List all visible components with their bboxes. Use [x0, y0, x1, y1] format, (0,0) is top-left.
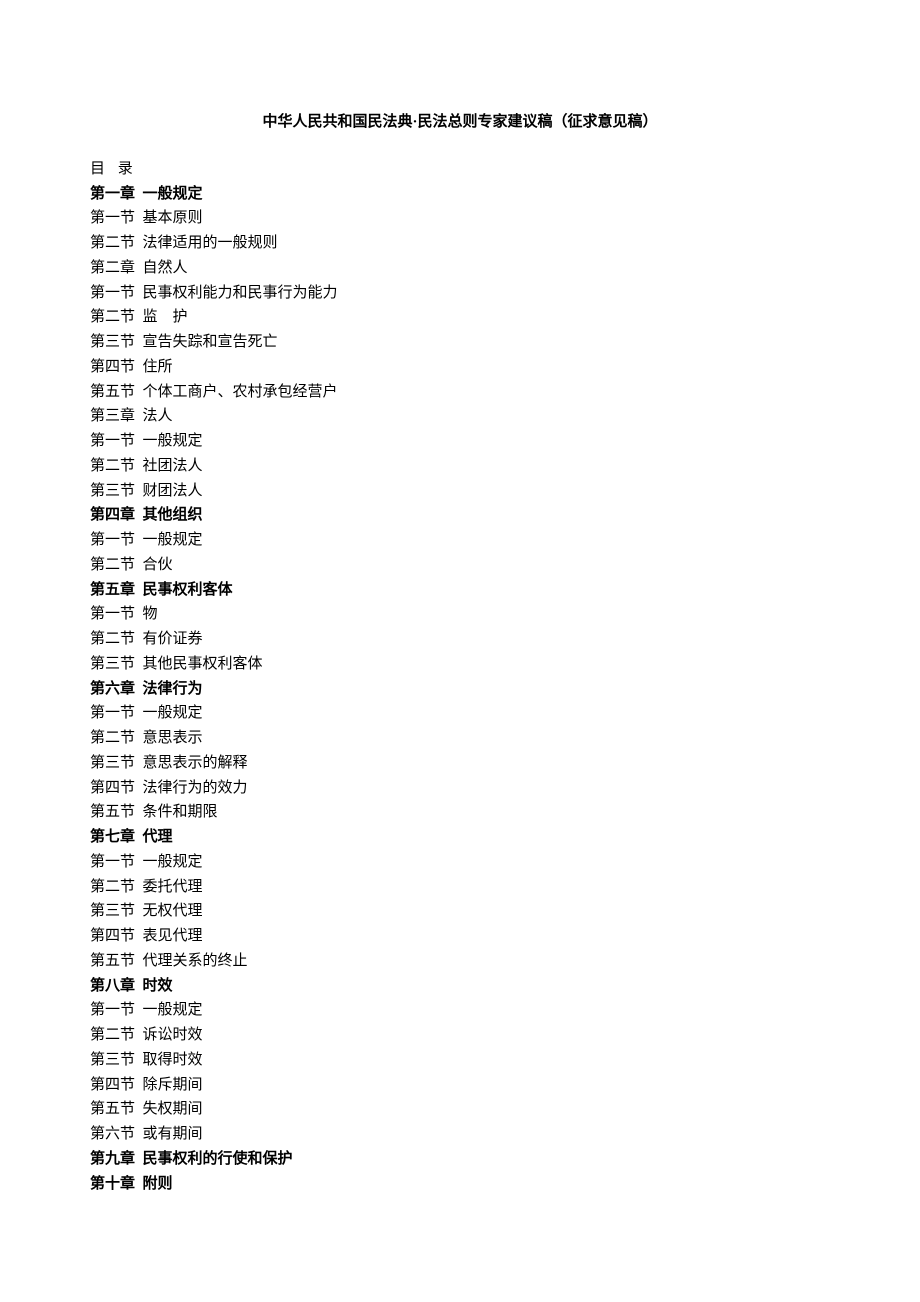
toc-list: 第一章 一般规定第一节 基本原则第二节 法律适用的一般规则第二章 自然人第一节 …: [90, 182, 830, 1197]
toc-entry: 第一节 一般规定: [90, 701, 830, 726]
toc-entry: 第五节 条件和期限: [90, 800, 830, 825]
toc-entry: 第五节 个体工商户、农村承包经营户: [90, 380, 830, 405]
toc-entry: 第五节 失权期间: [90, 1097, 830, 1122]
toc-entry: 第九章 民事权利的行使和保护: [90, 1147, 830, 1172]
toc-entry: 第三节 无权代理: [90, 899, 830, 924]
toc-entry: 第二章 自然人: [90, 256, 830, 281]
toc-entry: 第四节 住所: [90, 355, 830, 380]
toc-entry: 第三节 宣告失踪和宣告死亡: [90, 330, 830, 355]
toc-entry: 第三节 意思表示的解释: [90, 751, 830, 776]
toc-entry: 第二节 监 护: [90, 305, 830, 330]
toc-entry: 第三节 财团法人: [90, 479, 830, 504]
toc-entry: 第四节 表见代理: [90, 924, 830, 949]
toc-entry: 第二节 有价证券: [90, 627, 830, 652]
toc-entry: 第五节 代理关系的终止: [90, 949, 830, 974]
toc-entry: 第二节 诉讼时效: [90, 1023, 830, 1048]
toc-entry: 第二节 意思表示: [90, 726, 830, 751]
toc-entry: 第二节 社团法人: [90, 454, 830, 479]
toc-entry: 第四节 法律行为的效力: [90, 776, 830, 801]
toc-entry: 第八章 时效: [90, 974, 830, 999]
toc-label: 目 录: [90, 157, 830, 182]
toc-entry: 第四章 其他组织: [90, 503, 830, 528]
toc-entry: 第一节 一般规定: [90, 528, 830, 553]
document-title: 中华人民共和国民法典·民法总则专家建议稿（征求意见稿）: [90, 110, 830, 135]
toc-entry: 第一节 一般规定: [90, 998, 830, 1023]
toc-entry: 第七章 代理: [90, 825, 830, 850]
toc-entry: 第三章 法人: [90, 404, 830, 429]
toc-entry: 第三节 其他民事权利客体: [90, 652, 830, 677]
toc-entry: 第一节 物: [90, 602, 830, 627]
toc-entry: 第四节 除斥期间: [90, 1073, 830, 1098]
toc-entry: 第三节 取得时效: [90, 1048, 830, 1073]
toc-entry: 第二节 法律适用的一般规则: [90, 231, 830, 256]
toc-entry: 第五章 民事权利客体: [90, 578, 830, 603]
toc-entry: 第一节 一般规定: [90, 429, 830, 454]
toc-entry: 第六节 或有期间: [90, 1122, 830, 1147]
toc-entry: 第一节 民事权利能力和民事行为能力: [90, 281, 830, 306]
toc-entry: 第二节 委托代理: [90, 875, 830, 900]
toc-entry: 第一节 一般规定: [90, 850, 830, 875]
toc-entry: 第六章 法律行为: [90, 677, 830, 702]
toc-entry: 第一节 基本原则: [90, 206, 830, 231]
toc-entry: 第二节 合伙: [90, 553, 830, 578]
toc-entry: 第一章 一般规定: [90, 182, 830, 207]
toc-entry: 第十章 附则: [90, 1172, 830, 1197]
